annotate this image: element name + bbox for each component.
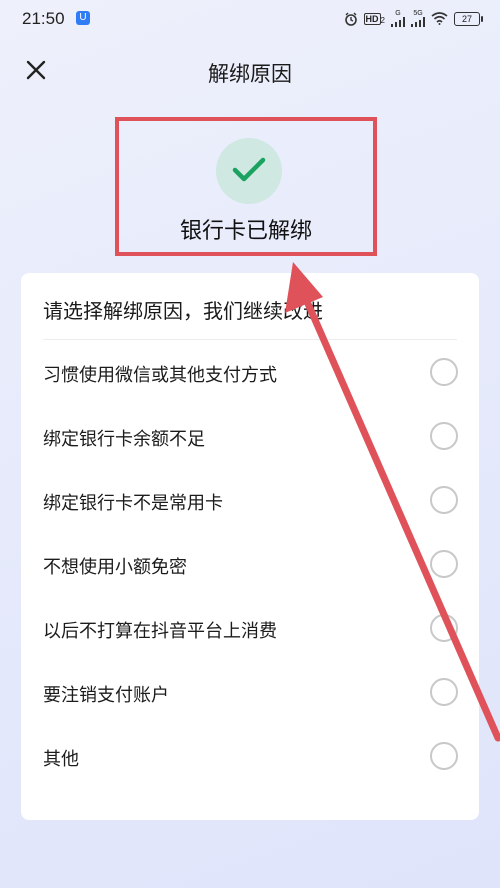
reason-label: 绑定银行卡余额不足 [43,429,205,450]
reason-prompt: 请选择解绑原因，我们继续改进 [43,299,323,323]
reason-list: 习惯使用微信或其他支付方式 绑定银行卡余额不足 绑定银行卡不是常用卡 不想使用小… [21,341,479,789]
network-2-label: 5G [413,10,423,17]
reason-item[interactable]: 绑定银行卡余额不足 [21,405,479,469]
wifi-icon [431,12,448,25]
network-1-label: G [395,10,401,17]
reason-radio[interactable] [430,614,458,642]
reason-label: 其他 [43,749,79,770]
reason-item[interactable]: 绑定银行卡不是常用卡 [21,469,479,533]
result-text: 银行卡已解绑 [179,219,312,244]
reason-radio[interactable] [430,550,458,578]
check-icon [232,157,266,182]
reason-label: 要注销支付账户 [43,685,169,706]
success-icon [216,138,282,204]
hd-sub: 2 [380,15,385,25]
reason-radio[interactable] [430,486,458,514]
status-bar: 21:50 U HD 2 G 5G 27 [0,0,500,38]
hd-label: HD [363,12,381,25]
reason-item[interactable]: 要注销支付账户 [21,661,479,725]
status-icons: HD 2 G 5G 27 [344,10,483,27]
reason-item[interactable]: 习惯使用微信或其他支付方式 [21,341,479,405]
reason-label: 习惯使用微信或其他支付方式 [43,365,277,386]
nav-bar: 解绑原因 [0,48,500,92]
reason-label: 绑定银行卡不是常用卡 [43,493,223,514]
status-time: 21:50 [22,9,65,28]
divider [43,339,457,340]
app-notification-icon: U [76,11,90,25]
network-1: G [391,10,405,27]
reason-card: 请选择解绑原因，我们继续改进 习惯使用微信或其他支付方式 绑定银行卡余额不足 绑… [21,273,479,820]
reason-item[interactable]: 其他 [21,725,479,789]
unbind-result: 银行卡已解绑 [115,117,377,256]
hd-icon: HD 2 [363,12,385,25]
reason-radio[interactable] [430,678,458,706]
reason-radio[interactable] [430,358,458,386]
signal-icon-1 [391,17,405,27]
network-2: 5G [411,10,425,27]
alarm-icon [344,12,357,26]
signal-icon-2 [411,17,425,27]
battery-icon: 27 [454,11,483,26]
reason-radio[interactable] [430,422,458,450]
reason-item[interactable]: 以后不打算在抖音平台上消费 [21,597,479,661]
reason-label: 不想使用小额免密 [43,557,187,578]
reason-label: 以后不打算在抖音平台上消费 [43,621,277,642]
reason-radio[interactable] [430,742,458,770]
page-title: 解绑原因 [208,62,292,86]
reason-item[interactable]: 不想使用小额免密 [21,533,479,597]
